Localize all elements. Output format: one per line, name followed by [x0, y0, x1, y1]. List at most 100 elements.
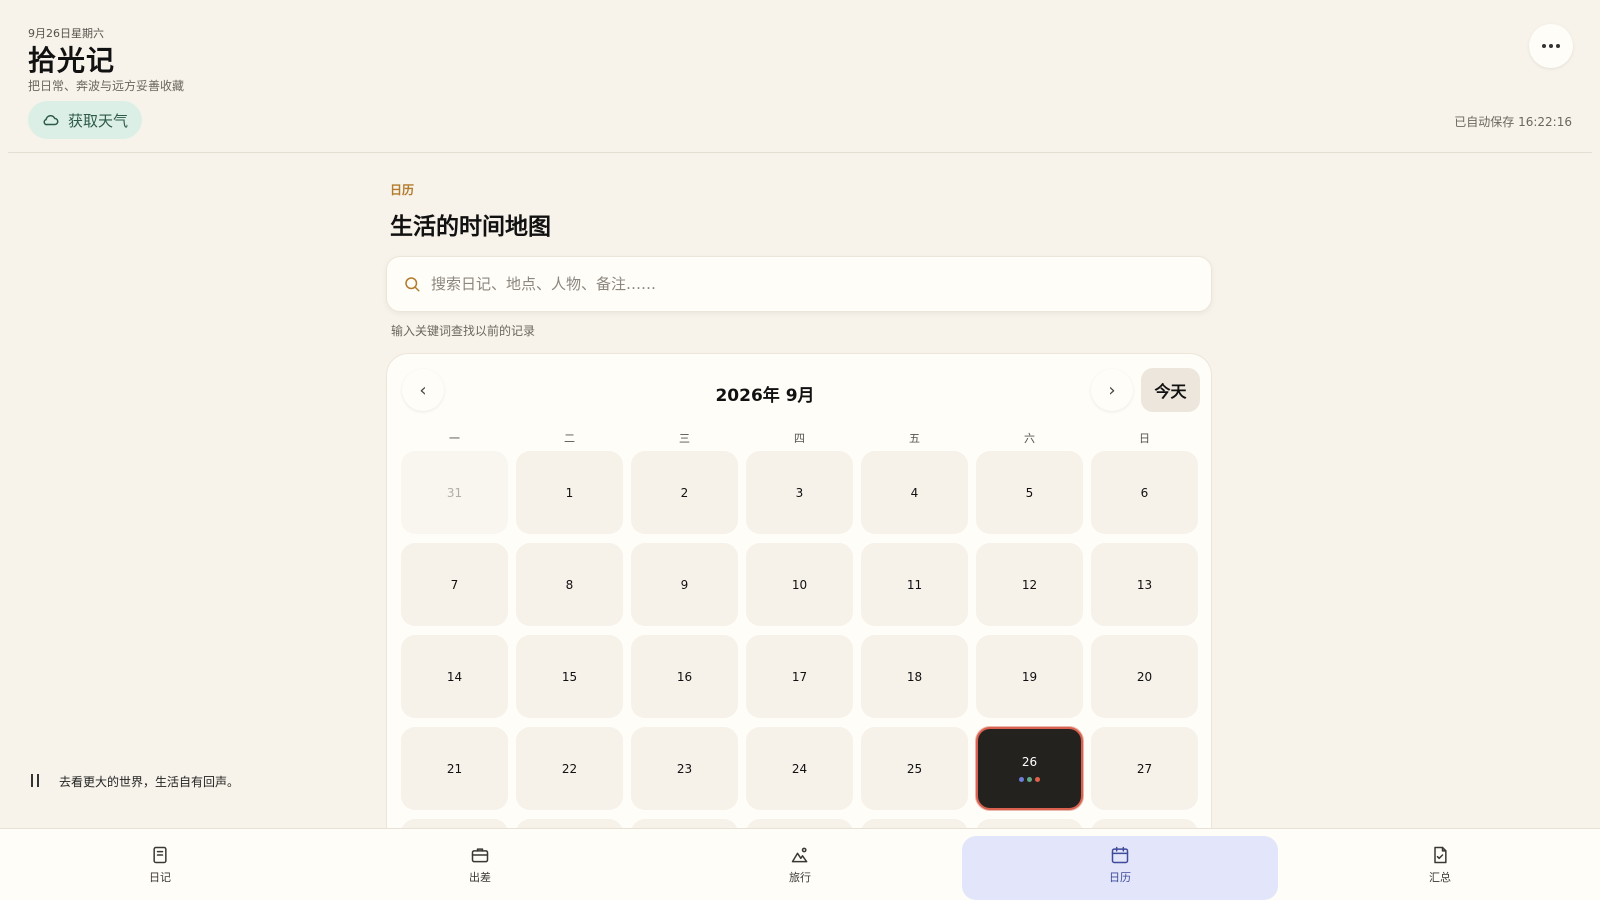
nav-tab-4[interactable]: 汇总 — [1280, 829, 1600, 900]
calendar-day-number: 18 — [906, 669, 923, 684]
get-weather-label: 获取天气 — [68, 112, 129, 130]
calendar-day[interactable]: 27 — [1091, 727, 1198, 810]
calendar-day-number: 22 — [561, 761, 578, 776]
calendar-icon — [1111, 846, 1129, 863]
autosave-status: 已自动保存 16:22:16 — [1454, 115, 1572, 129]
nav-tab-label: 旅行 — [789, 870, 811, 884]
calendar-day-number: 10 — [791, 577, 808, 592]
calendar-day-number: 4 — [910, 485, 919, 500]
calendar-day-number: 7 — [450, 577, 459, 592]
calendar-day[interactable]: 8 — [516, 543, 623, 626]
search-hint: 输入关键词查找以前的记录 — [391, 324, 536, 338]
calendar-day-number: 11 — [906, 577, 923, 592]
calendar-day[interactable]: 7 — [401, 543, 508, 626]
calendar-day[interactable]: 9 — [631, 543, 738, 626]
get-weather-button[interactable]: 获取天气 — [28, 101, 143, 139]
calendar-day[interactable]: 25 — [861, 727, 968, 810]
month-title: 2026年 9月 — [715, 386, 815, 406]
calendar-day-number: 17 — [791, 669, 808, 684]
calendar-day[interactable]: 6 — [1091, 451, 1198, 534]
section-kicker: 日历 — [390, 183, 415, 197]
calendar-day[interactable]: 18 — [861, 635, 968, 718]
weekday-label: 六 — [1024, 432, 1035, 445]
calendar-day[interactable]: 22 — [516, 727, 623, 810]
calendar-day-number: 1 — [565, 485, 574, 500]
calendar-day-number: 20 — [1136, 669, 1153, 684]
pause-icon[interactable] — [28, 774, 43, 789]
calendar-day[interactable]: 10 — [746, 543, 853, 626]
calendar-day[interactable]: 2 — [631, 451, 738, 534]
calendar-day[interactable]: 31 — [401, 451, 508, 534]
calendar-day[interactable]: 13 — [1091, 543, 1198, 626]
calendar-day-today[interactable]: 26 — [976, 727, 1083, 810]
nav-tab-label: 出差 — [469, 870, 491, 884]
calendar-day-number: 5 — [1025, 485, 1034, 500]
cloud-icon — [43, 114, 59, 126]
section-title: 生活的时间地图 — [390, 214, 551, 240]
top-header: 9月26日星期六 拾光记 把日常、奔波与远方妥善收藏 获取天气 已自动保存 16… — [8, 0, 1592, 153]
calendar-day-number: 19 — [1021, 669, 1038, 684]
calendar-day[interactable]: 20 — [1091, 635, 1198, 718]
calendar-day[interactable]: 5 — [976, 451, 1083, 534]
more-dot — [1549, 44, 1553, 48]
calendar-day-number: 8 — [565, 577, 574, 592]
weekday-label: 四 — [794, 432, 805, 445]
calendar-day[interactable]: 21 — [401, 727, 508, 810]
calendar-day-number: 25 — [906, 761, 923, 776]
calendar-day-number: 21 — [446, 761, 463, 776]
calendar-day[interactable]: 19 — [976, 635, 1083, 718]
search-icon — [405, 277, 420, 292]
nav-tab-label: 日历 — [1109, 870, 1131, 884]
search-input[interactable] — [431, 275, 1191, 293]
calendar-day-number: 2 — [680, 485, 689, 500]
calendar-day[interactable]: 12 — [976, 543, 1083, 626]
calendar-day-number: 26 — [1021, 755, 1038, 769]
entry-dot — [1035, 777, 1040, 782]
calendar-day[interactable]: 14 — [401, 635, 508, 718]
calendar-day-number: 12 — [1021, 577, 1038, 592]
journal-icon — [153, 846, 167, 863]
calendar-day[interactable]: 15 — [516, 635, 623, 718]
nav-tab-label: 汇总 — [1429, 870, 1451, 884]
app-title: 拾光记 — [28, 44, 116, 77]
nav-tab-3[interactable]: 日历 — [960, 829, 1280, 900]
weekday-header: 一二三四五六日 — [401, 430, 1198, 446]
nav-tab-2[interactable]: 旅行 — [640, 829, 960, 900]
weekday-label: 二 — [564, 432, 575, 445]
calendar-day-number: 31 — [446, 485, 463, 500]
search-box[interactable] — [386, 256, 1212, 312]
quote-bar: 去看更大的世界，生活自有回声。 — [28, 773, 239, 790]
weekday-label: 一 — [449, 432, 460, 445]
calendar-day-number: 14 — [446, 669, 463, 684]
calendar-day-number: 13 — [1136, 577, 1153, 592]
weekday-label: 日 — [1139, 432, 1150, 445]
weekday-label: 三 — [679, 432, 690, 445]
nav-tab-0[interactable]: 日记 — [0, 829, 320, 900]
today-button[interactable]: 今天 — [1141, 368, 1200, 412]
calendar-day[interactable]: 17 — [746, 635, 853, 718]
calendar-day-number: 23 — [676, 761, 693, 776]
calendar-day-number: 15 — [561, 669, 578, 684]
entry-indicator-dots — [1019, 777, 1040, 782]
calendar-day[interactable]: 11 — [861, 543, 968, 626]
calendar-day[interactable]: 3 — [746, 451, 853, 534]
calendar-day[interactable]: 1 — [516, 451, 623, 534]
summary-document-icon — [1434, 846, 1447, 863]
bottom-nav: 日记 出差 旅行 日历 汇总 — [0, 828, 1600, 900]
more-options-button[interactable] — [1529, 24, 1573, 68]
calendar-day-number: 27 — [1136, 761, 1153, 776]
quote-text: 去看更大的世界，生活自有回声。 — [59, 775, 240, 789]
app-tagline: 把日常、奔波与远方妥善收藏 — [28, 79, 185, 93]
calendar-day[interactable]: 24 — [746, 727, 853, 810]
nav-tab-1[interactable]: 出差 — [320, 829, 640, 900]
next-month-button[interactable]: › — [1091, 369, 1133, 411]
briefcase-icon — [471, 847, 489, 862]
more-dot — [1542, 44, 1546, 48]
calendar-day[interactable]: 16 — [631, 635, 738, 718]
mountain-icon — [791, 847, 808, 862]
calendar-day[interactable]: 4 — [861, 451, 968, 534]
calendar-day[interactable]: 23 — [631, 727, 738, 810]
more-dot — [1556, 44, 1560, 48]
nav-tab-label: 日记 — [149, 870, 171, 884]
calendar-day-number: 3 — [795, 485, 804, 500]
